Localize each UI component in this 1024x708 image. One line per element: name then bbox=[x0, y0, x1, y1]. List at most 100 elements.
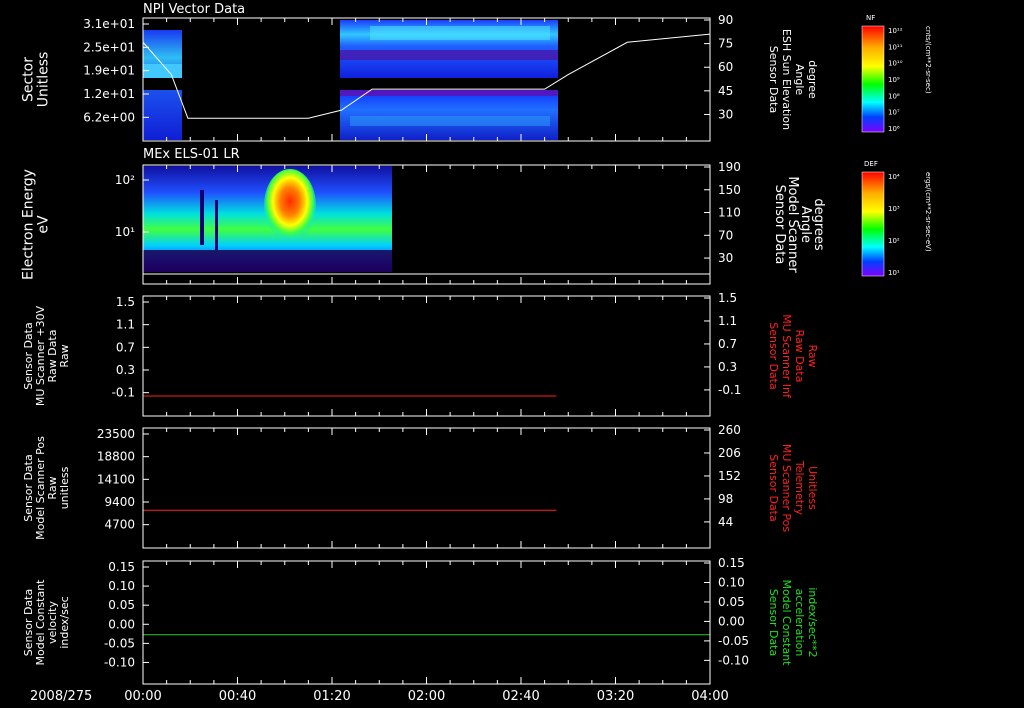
y-axis-label-right: degree bbox=[806, 60, 819, 99]
colorbar-tick-label: 10⁷ bbox=[888, 109, 900, 117]
y-tick-label-right: 90 bbox=[718, 13, 733, 27]
els-dark-stripe-2 bbox=[215, 200, 218, 250]
y-tick-label-right: 0.15 bbox=[718, 556, 745, 570]
y-axis-label-right: MU Scanner Pos bbox=[780, 444, 793, 533]
npi-block-3-dark bbox=[340, 90, 558, 96]
els-heatmap-panel bbox=[143, 166, 710, 275]
panel-frame bbox=[142, 560, 711, 685]
npi-block-3-cyan bbox=[350, 116, 550, 126]
y-tick-label-left: 1.1 bbox=[116, 318, 135, 332]
y-axis-label-right: Model Scanner bbox=[785, 176, 800, 273]
y-tick-label-left: 0.10 bbox=[108, 579, 135, 593]
y-tick-label-left: 18800 bbox=[97, 450, 135, 464]
y-tick-label-right: 98 bbox=[718, 492, 733, 506]
multi-panel-plot: 3.1e+01 2.5e+01 1.9e+01 1.2e+01 6.2e+00 90 75 6… bbox=[21, 2, 933, 704]
npi-panel-title: NPI Vector Data bbox=[143, 2, 245, 17]
y-tick-label-right: 0.3 bbox=[718, 360, 737, 374]
colorbar-tick-label: 10³ bbox=[888, 205, 900, 213]
def-colorbar-units: ergs/(cm**2-sr-sec-eV) bbox=[924, 172, 932, 252]
y-axis-label-left: Electron Energy bbox=[21, 169, 37, 280]
y-axis-label-left: Sector bbox=[21, 57, 37, 102]
y-axis-label-left: eV bbox=[36, 215, 52, 234]
y-tick-label-left: 14100 bbox=[97, 472, 135, 486]
y-axis-label-right: Sensor Data bbox=[772, 185, 787, 265]
y-tick-label-left: 10² bbox=[115, 173, 135, 187]
npi-block-2-dark bbox=[340, 50, 558, 60]
date-label: 2008/275 bbox=[30, 689, 92, 704]
colorbar-tick-label: 10¹ bbox=[888, 269, 900, 277]
colorbar-tick-label: 10⁹ bbox=[888, 76, 900, 84]
colorbar-tick-label: 10⁸ bbox=[888, 92, 900, 100]
y-axis-label-right: MU Scanner Inf bbox=[780, 314, 793, 399]
npi-block-2-cyan bbox=[370, 26, 550, 40]
y-tick-label-right: 1.5 bbox=[718, 291, 737, 305]
y-tick-label-left: -0.10 bbox=[104, 655, 135, 669]
y-tick-label-right: 1.1 bbox=[718, 314, 737, 328]
y-axis-label-right: degrees bbox=[811, 198, 826, 251]
panel-frame bbox=[142, 295, 711, 417]
y-axis-label-right: Raw bbox=[806, 344, 819, 367]
y-tick-label-right: -0.10 bbox=[718, 653, 749, 667]
y-tick-label-left: 3.1e+01 bbox=[83, 17, 135, 31]
y-axis-label-right: Sensor Data bbox=[767, 46, 780, 113]
y-axis-label-left: Raw bbox=[58, 344, 71, 367]
y-tick-label-right: 190 bbox=[718, 160, 741, 174]
y-tick-label-left: 9400 bbox=[104, 495, 135, 509]
y-tick-label-right: 0.05 bbox=[718, 595, 745, 609]
y-axis-label-right: Sensor Data bbox=[767, 589, 780, 656]
colorbar-tick-label: 10² bbox=[888, 237, 900, 245]
y-tick-label-right: 0.7 bbox=[718, 337, 737, 351]
y-tick-label-right: 45 bbox=[718, 84, 733, 98]
y-tick-label-left: -0.05 bbox=[104, 636, 135, 650]
colorbar-tick-label: 10¹² bbox=[888, 27, 903, 35]
y-tick-label-right: 60 bbox=[718, 60, 733, 74]
y-tick-label-left: -0.1 bbox=[112, 386, 135, 400]
y-axis-label-right: ESH Sun Elevation bbox=[780, 29, 793, 130]
els-dark-stripe-1 bbox=[200, 190, 204, 245]
y-axis-label-left: index/sec bbox=[58, 596, 71, 648]
npi-heatmap-panel bbox=[142, 20, 711, 140]
y-axis-label-right: Raw Data bbox=[793, 330, 806, 383]
colorbar-tick-label: 10⁴ bbox=[888, 173, 900, 181]
y-axis-label-right: Sensor Data bbox=[767, 454, 780, 521]
nf-colorbar-label: NF bbox=[866, 14, 875, 22]
y-tick-label-right: 260 bbox=[718, 423, 741, 437]
time-tick-label: 03:20 bbox=[597, 689, 634, 704]
y-tick-label-right: 30 bbox=[718, 251, 733, 265]
y-tick-label-right: 44 bbox=[718, 515, 733, 529]
y-tick-label-right: 75 bbox=[718, 37, 733, 51]
y-axis-label-right: Unitless bbox=[806, 466, 819, 510]
y-axis-label-right: acceleration bbox=[793, 589, 806, 657]
y-tick-label-right: -0.1 bbox=[718, 383, 741, 397]
y-tick-label-right: 70 bbox=[718, 228, 733, 242]
y-tick-label-left: 2.5e+01 bbox=[83, 40, 135, 54]
y-tick-label-right: 0.00 bbox=[718, 614, 745, 628]
y-tick-label-right: 30 bbox=[718, 107, 733, 121]
y-tick-label-left: 10¹ bbox=[115, 225, 135, 239]
y-axis-label-right: index/sec**2 bbox=[806, 587, 819, 657]
y-tick-label-right: 152 bbox=[718, 469, 741, 483]
y-axis-label-left: Unitless bbox=[36, 52, 52, 108]
y-tick-label-left: 1.5 bbox=[116, 295, 135, 309]
y-axis-label-left: unitless bbox=[58, 466, 71, 509]
y-tick-label-left: 0.7 bbox=[116, 340, 135, 354]
colorbar-tick-label: 10¹⁰ bbox=[888, 60, 903, 68]
time-axis-ticks: 00:00 00:40 01:20 02:00 02:40 03:20 04:00 bbox=[124, 689, 728, 704]
y-axis-label-right: Angle bbox=[798, 206, 813, 243]
y-tick-label-left: 6.2e+00 bbox=[83, 110, 135, 124]
y-tick-label-left: 0.3 bbox=[116, 363, 135, 377]
time-tick-label: 00:00 bbox=[124, 689, 161, 704]
colorbar-tick-label: 10¹¹ bbox=[888, 43, 903, 51]
time-tick-label: 04:00 bbox=[691, 689, 728, 704]
y-axis-label-right: Angle bbox=[793, 64, 806, 96]
time-tick-label: 00:40 bbox=[219, 689, 256, 704]
y-tick-label-right: -0.05 bbox=[718, 634, 749, 648]
time-tick-label: 01:20 bbox=[313, 689, 350, 704]
nf-colorbar: NF 10¹² 10¹¹ 10¹⁰ 10⁹ 10⁸ 10⁷ 10⁶ cnts/(cm**2-… bbox=[861, 14, 932, 133]
npi-block-3 bbox=[340, 90, 558, 140]
y-tick-label-left: 23500 bbox=[97, 427, 135, 441]
colorbar-tick-label: 10⁶ bbox=[888, 125, 900, 133]
panel-frame bbox=[142, 427, 711, 549]
def-colorbar-label: DEF bbox=[864, 160, 878, 168]
y-tick-label-left: 0.15 bbox=[108, 560, 135, 574]
